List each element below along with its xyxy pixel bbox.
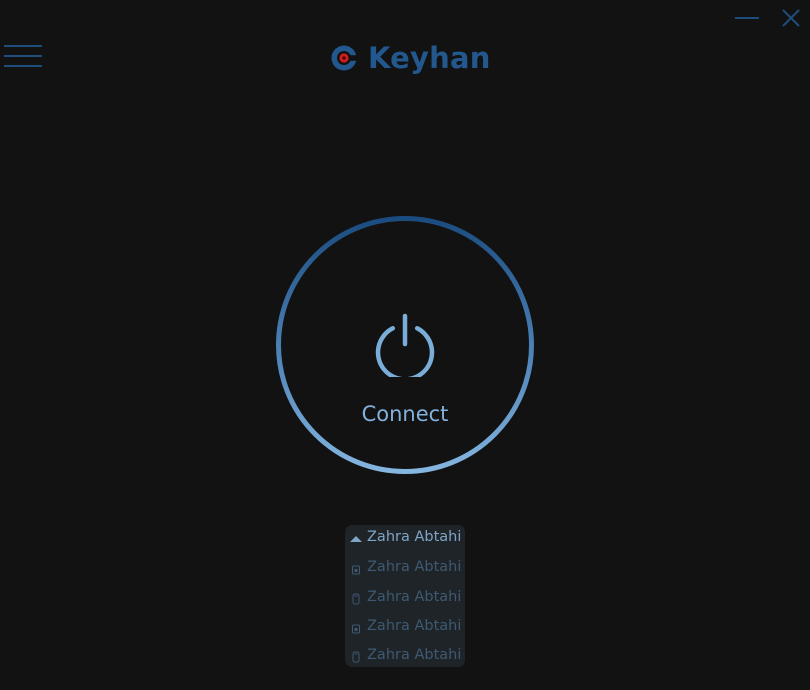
account-name: Zahra Abtahi (367, 529, 462, 545)
account-item-selected[interactable]: Zahra Abtahi (345, 527, 465, 549)
usb-key-icon (352, 651, 360, 663)
keyhan-logo-icon (331, 45, 358, 71)
app-title: Keyhan (368, 41, 491, 75)
caret-up-icon (350, 536, 362, 542)
connect-button[interactable]: Connect (274, 214, 536, 476)
power-icon (375, 313, 435, 377)
hamburger-menu-icon-bar (4, 65, 42, 67)
account-item[interactable]: Zahra Abtahi (345, 616, 465, 638)
hamburger-menu-button[interactable] (4, 43, 44, 69)
minimize-button[interactable] (734, 8, 760, 28)
account-name: Zahra Abtahi (367, 618, 462, 634)
close-button[interactable] (780, 7, 802, 29)
account-item[interactable]: Zahra Abtahi (345, 645, 465, 667)
account-item[interactable]: Zahra Abtahi (345, 587, 465, 609)
usb-key-icon (352, 593, 360, 605)
sim-card-icon (352, 624, 360, 634)
account-name: Zahra Abtahi (367, 647, 462, 663)
account-item[interactable]: Zahra Abtahi (345, 557, 465, 579)
account-name: Zahra Abtahi (367, 589, 462, 605)
account-list: Zahra Abtahi Zahra Abtahi Zahra Abtahi Z… (345, 525, 465, 667)
sim-card-icon (352, 565, 360, 575)
close-icon (782, 9, 800, 27)
hamburger-menu-icon-bar (4, 55, 42, 57)
account-name: Zahra Abtahi (367, 559, 462, 575)
connect-label: Connect (361, 402, 449, 426)
app-brand: Keyhan (330, 38, 491, 78)
hamburger-menu-icon-bar (4, 45, 42, 47)
